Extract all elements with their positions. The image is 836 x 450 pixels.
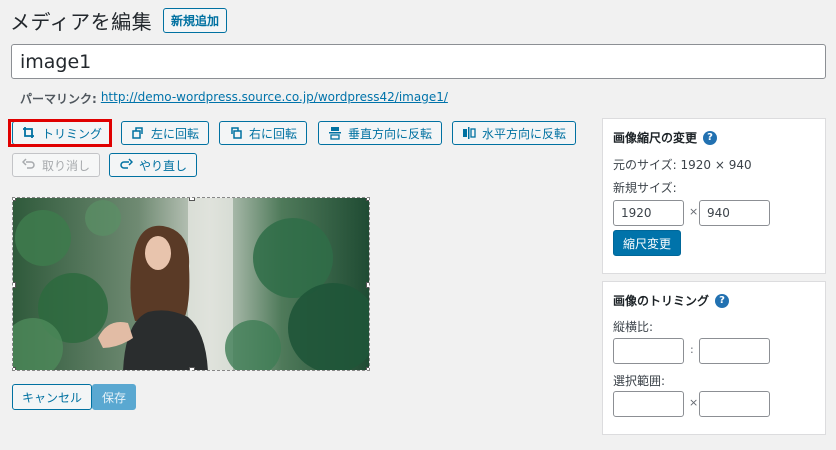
selection-height-input[interactable]	[699, 391, 770, 417]
page-title: メディアを編集	[10, 10, 153, 34]
aspect-separator: :	[690, 343, 694, 356]
new-size-label: 新規サイズ:	[613, 181, 677, 195]
scale-height-input[interactable]: 940	[699, 200, 770, 226]
flip-vertical-button[interactable]: 垂直方向に反転	[318, 121, 443, 145]
crop-handle-top-left[interactable]	[13, 198, 16, 201]
aspect-height-input[interactable]	[699, 338, 770, 364]
photo-image	[13, 198, 369, 370]
crop-highlight-box	[8, 119, 112, 147]
permalink-link[interactable]: http://demo-wordpress.source.co.jp/wordp…	[101, 90, 448, 107]
scale-image-panel: 画像縮尺の変更 ? 元のサイズ: 1920 × 940 新規サイズ: 1920 …	[602, 118, 826, 274]
redo-label: やり直し	[139, 158, 188, 173]
undo-label: 取り消し	[42, 158, 91, 173]
crop-handle-left[interactable]	[13, 282, 16, 288]
scale-button[interactable]: 縮尺変更	[613, 230, 682, 256]
crop-panel-title-text: 画像のトリミング	[613, 294, 710, 308]
crop-handle-top[interactable]	[189, 198, 195, 201]
undo-icon	[22, 158, 35, 169]
help-icon[interactable]: ?	[703, 130, 718, 145]
scale-width-input[interactable]: 1920	[613, 200, 684, 226]
crop-handle-right[interactable]	[366, 282, 369, 288]
original-size-text: 元のサイズ: 1920 × 940	[613, 158, 752, 172]
flip-vertical-label: 垂直方向に反転	[348, 126, 433, 141]
permalink: パーマリンク: http://demo-wordpress.source.co.…	[20, 90, 448, 107]
rotate-left-button[interactable]: 左に回転	[121, 121, 210, 145]
rotate-left-label: 左に回転	[151, 126, 200, 141]
rotate-left-icon	[132, 127, 143, 139]
flip-horizontal-label: 水平方向に反転	[482, 126, 567, 141]
save-button[interactable]: 保存	[92, 384, 137, 410]
title-input[interactable]: image1	[11, 44, 826, 79]
crop-handle-bottom-left[interactable]	[13, 367, 16, 370]
image-preview[interactable]	[12, 197, 370, 371]
flip-horizontal-icon	[463, 127, 476, 139]
scale-panel-title-text: 画像縮尺の変更	[613, 131, 698, 145]
rotate-right-icon	[231, 127, 242, 139]
permalink-label: パーマリンク:	[20, 92, 97, 106]
selection-width-input[interactable]	[613, 391, 684, 417]
times-separator: ×	[689, 205, 699, 218]
crop-handle-top-right[interactable]	[366, 198, 369, 201]
crop-panel-title: 画像のトリミング ?	[613, 292, 730, 309]
rotate-right-button[interactable]: 右に回転	[219, 121, 308, 145]
redo-icon	[120, 158, 133, 169]
undo-button[interactable]: 取り消し	[12, 153, 101, 177]
rotate-right-label: 右に回転	[249, 126, 298, 141]
selection-label: 選択範囲:	[613, 374, 666, 388]
flip-vertical-icon	[329, 127, 341, 140]
crop-handle-bottom-right[interactable]	[366, 367, 369, 370]
selection-separator: ×	[689, 396, 699, 409]
cancel-button[interactable]: キャンセル	[12, 384, 93, 410]
flip-horizontal-button[interactable]: 水平方向に反転	[452, 121, 577, 145]
redo-button[interactable]: やり直し	[109, 153, 198, 177]
scale-panel-title: 画像縮尺の変更 ?	[613, 129, 718, 146]
crop-image-panel: 画像のトリミング ? 縦横比: : 選択範囲: ×	[602, 281, 826, 435]
aspect-width-input[interactable]	[613, 338, 684, 364]
crop-handle-bottom[interactable]	[189, 367, 195, 370]
help-icon[interactable]: ?	[715, 293, 730, 308]
aspect-ratio-label: 縦横比:	[613, 320, 654, 334]
add-new-button[interactable]: 新規追加	[163, 8, 228, 33]
